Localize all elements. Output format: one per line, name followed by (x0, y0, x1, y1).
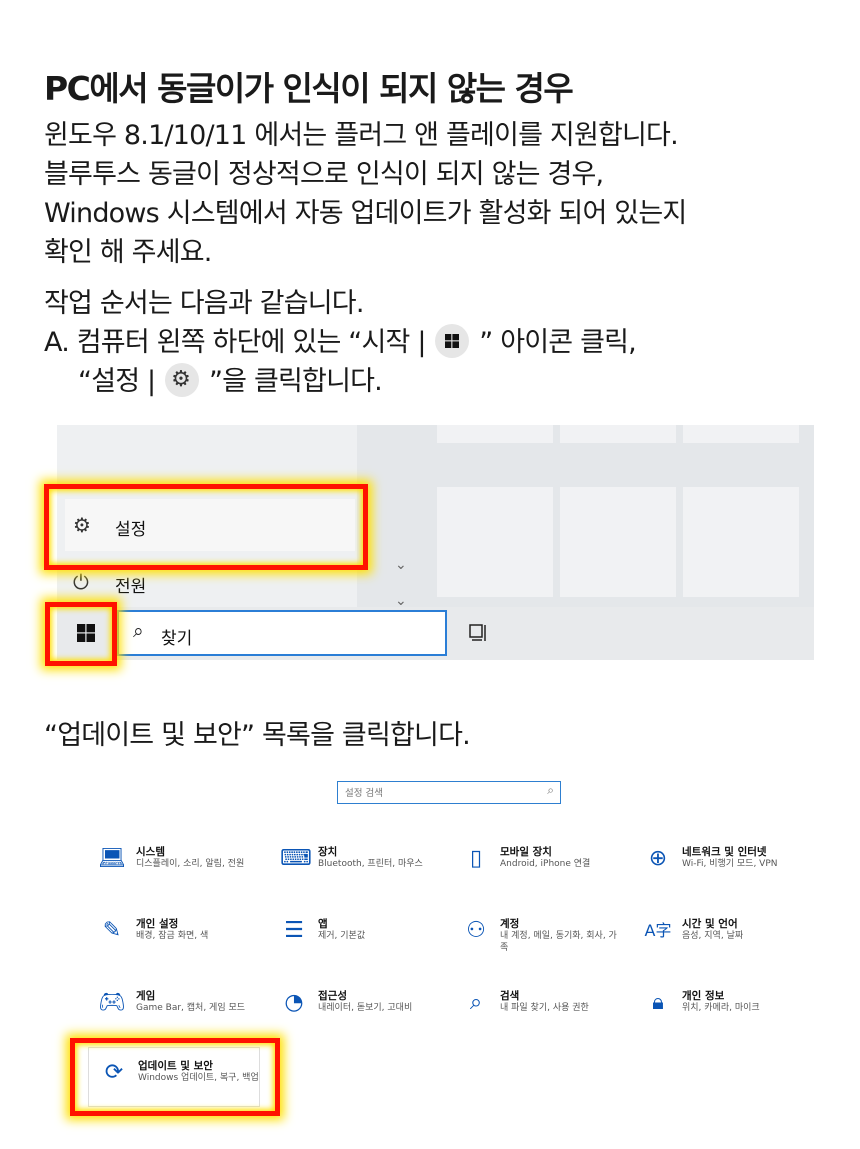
steps-heading: 작업 순서는 다음과 같습니다. (44, 288, 364, 319)
language-icon: A字 (644, 921, 672, 940)
category-title: 개인 설정 (136, 918, 179, 930)
category-desc: 제거, 기본값 (318, 931, 366, 941)
gamepad-icon: 🎮︎ (98, 990, 126, 1015)
step-a-line: A. 컴퓨터 왼쪽 하단에 있는 “시작 | ” 아이콘 클릭, (44, 323, 637, 362)
search-icon: ⌕ (547, 783, 554, 797)
keyboard-icon: ⌨ (280, 846, 312, 871)
settings-search-input[interactable]: 설정 검색 ⌕ (337, 781, 561, 804)
lock-icon: 🔒︎ (652, 990, 664, 1015)
category-desc: 디스플레이, 소리, 알림, 전원 (136, 859, 245, 869)
category-title: 시스템 (136, 846, 165, 858)
category-title: 네트워크 및 인터넷 (682, 846, 767, 858)
chevron-down-icon[interactable]: ⌄ (395, 557, 407, 573)
intro-line: 확인 해 주세요. (44, 237, 212, 268)
step2-text: “업데이트 및 보안” 목록을 클릭합니다. (44, 720, 471, 751)
accessibility-icon: ◔ (284, 990, 304, 1015)
category-desc: 음성, 지역, 날짜 (682, 931, 744, 941)
task-view-icon[interactable] (469, 623, 491, 643)
list-icon: ☰ (284, 918, 304, 943)
page-title: PC에서 동글이가 인식이 되지 않는 경우 (44, 69, 574, 108)
search-placeholder: 설정 검색 (345, 788, 383, 799)
start-tile (437, 425, 553, 443)
step-b-text-end: ”을 클릭합니다. (208, 366, 383, 397)
category-desc: 배경, 잠금 화면, 색 (136, 931, 209, 941)
phone-icon: ▯ (469, 846, 483, 871)
category-title: 개인 정보 (682, 990, 725, 1002)
start-tile (560, 487, 676, 597)
intro-paragraph: 윈도우 8.1/10/11 에서는 플러그 앤 플레이를 지원합니다. 블루투스… (44, 116, 687, 272)
windows-start-icon (435, 324, 470, 358)
step-a-text-end: ” 아이콘 클릭, (479, 327, 637, 358)
start-tile (560, 425, 676, 443)
power-icon[interactable]: ⏻ (73, 570, 89, 594)
category-title: 모바일 장치 (500, 846, 552, 858)
category-title: 접근성 (318, 990, 347, 1002)
category-title: 검색 (500, 990, 520, 1002)
search-icon: ⌕ (469, 990, 483, 1015)
start-tile (683, 425, 799, 443)
category-desc: Wi-Fi, 비행기 모드, VPN (682, 859, 778, 869)
highlight-start-button (45, 602, 117, 666)
gear-icon: ⚙ (165, 363, 200, 397)
category-desc: Android, iPhone 연결 (500, 859, 591, 869)
category-desc: 내 파일 찾기, 사용 권한 (500, 1003, 589, 1013)
pen-icon: ✎ (102, 918, 122, 943)
category-desc: Game Bar, 캡처, 게임 모드 (136, 1003, 246, 1013)
category-desc: 내레이터, 돋보기, 고대비 (318, 1003, 413, 1013)
category-title: 앱 (318, 918, 328, 930)
start-tile (683, 487, 799, 597)
category-title: 게임 (136, 990, 156, 1002)
steps-paragraph: 작업 순서는 다음과 같습니다. A. 컴퓨터 왼쪽 하단에 있는 “시작 | … (44, 284, 637, 401)
category-title: 시간 및 언어 (682, 918, 738, 930)
intro-line: Windows 시스템에서 자동 업데이트가 활성화 되어 있는지 (44, 198, 687, 229)
category-desc: 위치, 카메라, 마이크 (682, 1003, 760, 1013)
category-title: 계정 (500, 918, 520, 930)
highlight-settings (44, 484, 368, 570)
intro-line: 블루투스 동글이 정상적으로 인식이 되지 않는 경우, (44, 159, 604, 190)
globe-icon: ⊕ (648, 846, 668, 871)
step-a-text: A. 컴퓨터 왼쪽 하단에 있는 “시작 | (44, 327, 426, 358)
category-desc: Bluetooth, 프린터, 마우스 (318, 859, 423, 869)
start-tile (437, 487, 553, 597)
step-b-line: “설정 | ⚙ ”을 클릭합니다. (44, 362, 636, 401)
search-icon: ⌕ (133, 620, 144, 642)
person-icon: ⚇ (466, 918, 486, 943)
highlight-update-security (70, 1038, 280, 1116)
laptop-icon: 💻︎ (98, 846, 126, 871)
power-label: 전원 (115, 577, 147, 597)
search-label: 찾기 (161, 629, 193, 649)
intro-line: 윈도우 8.1/10/11 에서는 플러그 앤 플레이를 지원합니다. (44, 120, 679, 151)
category-desc: 내 계정, 메일, 동기화, 회사, 가족 (500, 931, 617, 953)
step-b-text: “설정 | (78, 366, 156, 397)
category-title: 장치 (318, 846, 338, 858)
